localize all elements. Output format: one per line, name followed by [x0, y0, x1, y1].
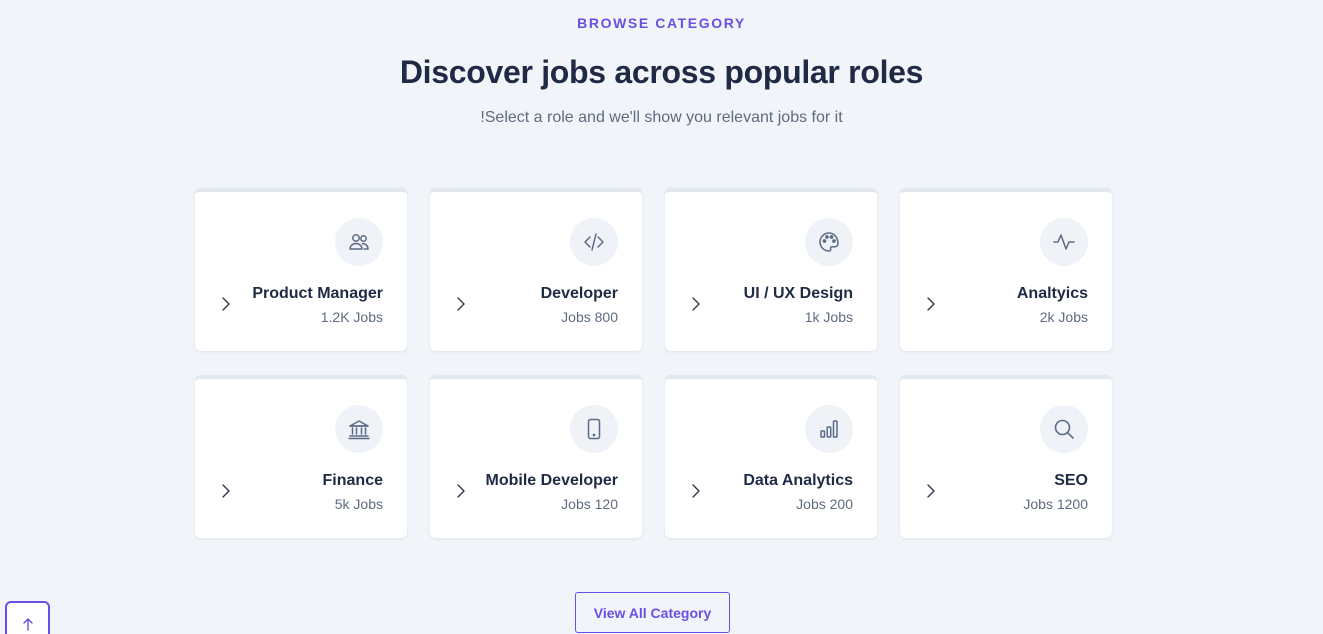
category-name: UI / UX Design: [743, 285, 853, 302]
scroll-to-top-button[interactable]: [5, 601, 50, 634]
chevron-right-icon: [457, 297, 465, 311]
arrow-up-icon: [22, 618, 33, 631]
category-job-count: Jobs 800: [561, 309, 618, 325]
section-eyebrow: BROWSE CATEGORY: [577, 15, 746, 31]
category-name: Analtyics: [1016, 285, 1088, 302]
category-card-analytics[interactable]: Analtyics 2k Jobs: [900, 188, 1112, 351]
category-card-product-manager[interactable]: Product Manager 1.2K Jobs: [195, 188, 407, 351]
activity-icon: [1040, 218, 1088, 266]
category-name: Finance: [322, 472, 383, 489]
chevron-right-icon: [927, 297, 935, 311]
users-icon: [335, 218, 383, 266]
category-job-count: Jobs 200: [796, 496, 853, 512]
category-name: Data Analytics: [743, 472, 853, 489]
bank-icon: [335, 405, 383, 453]
bar-chart-icon: [805, 405, 853, 453]
category-job-count: 5k Jobs: [334, 496, 383, 512]
view-all-category-button[interactable]: View All Category: [575, 592, 730, 633]
category-card-ui-ux-design[interactable]: UI / UX Design 1k Jobs: [665, 188, 877, 351]
code-icon: [570, 218, 618, 266]
category-card-developer[interactable]: Developer Jobs 800: [430, 188, 642, 351]
chevron-right-icon: [692, 484, 700, 498]
search-icon: [1040, 405, 1088, 453]
category-card-finance[interactable]: Finance 5k Jobs: [195, 375, 407, 538]
section-title: Discover jobs across popular roles: [399, 54, 924, 90]
category-card-seo[interactable]: SEO Jobs 1200: [900, 375, 1112, 538]
browse-category-section: BROWSE CATEGORY Discover jobs across pop…: [0, 0, 1323, 634]
chevron-right-icon: [927, 484, 935, 498]
chevron-right-icon: [692, 297, 700, 311]
category-job-count: 1.2K Jobs: [320, 309, 383, 325]
chevron-right-icon: [222, 297, 230, 311]
category-grid: Product Manager 1.2K Jobs Developer Jobs…: [195, 188, 1112, 538]
section-subtitle: !Select a role and we'll show you releva…: [480, 109, 843, 126]
category-job-count: Jobs 1200: [1023, 496, 1088, 512]
chevron-right-icon: [457, 484, 465, 498]
category-card-data-analytics[interactable]: Data Analytics Jobs 200: [665, 375, 877, 538]
category-name: Developer: [540, 285, 618, 302]
category-name: Mobile Developer: [485, 472, 618, 489]
category-job-count: 1k Jobs: [804, 309, 853, 325]
category-job-count: Jobs 120: [561, 496, 618, 512]
palette-icon: [805, 218, 853, 266]
chevron-right-icon: [222, 484, 230, 498]
category-name: Product Manager: [252, 285, 383, 302]
category-name: SEO: [1054, 472, 1088, 489]
category-card-mobile-developer[interactable]: Mobile Developer Jobs 120: [430, 375, 642, 538]
smartphone-icon: [570, 405, 618, 453]
category-job-count: 2k Jobs: [1039, 309, 1088, 325]
